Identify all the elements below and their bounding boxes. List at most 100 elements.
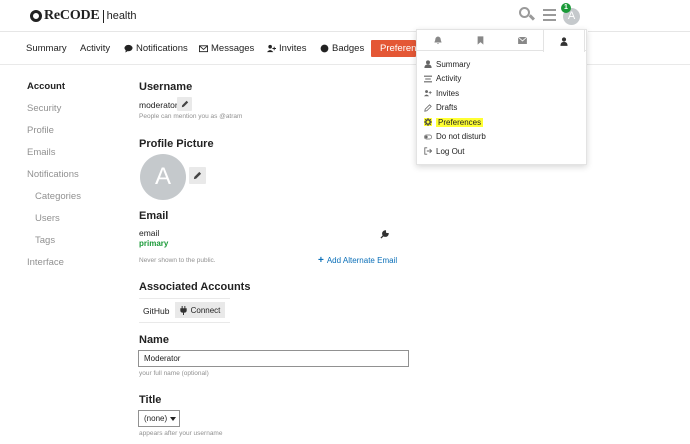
sidebar-item-users[interactable]: Users: [35, 213, 60, 224]
title-heading: Title: [139, 394, 162, 406]
sidebar-item-interface[interactable]: Interface: [27, 257, 64, 268]
username-value: moderator: [139, 100, 178, 110]
sidebar-item-emails[interactable]: Emails: [27, 147, 56, 158]
menu-item-log-out-label: Log Out: [436, 146, 465, 156]
logo-sub-text: health: [106, 10, 137, 22]
title-select-value: (none): [144, 414, 168, 423]
sidebar-item-categories[interactable]: Categories: [35, 191, 81, 202]
menu-item-summary[interactable]: Summary: [424, 58, 470, 70]
tab-badges[interactable]: Badges: [320, 40, 364, 57]
envelope-icon: [199, 45, 208, 53]
user-plus-icon: [424, 89, 432, 97]
github-connect-button[interactable]: Connect: [175, 302, 225, 318]
plus-icon: +: [318, 255, 324, 266]
menu-item-preferences[interactable]: Preferences: [424, 116, 484, 128]
menu-tab-bookmarks[interactable]: [459, 30, 501, 51]
tab-notifications-label: Notifications: [136, 43, 188, 54]
sign-out-icon: [424, 147, 432, 155]
stream-icon: [424, 75, 432, 83]
email-value: email: [139, 228, 160, 238]
sidebar-item-security[interactable]: Security: [27, 103, 61, 114]
tab-notifications[interactable]: Notifications: [124, 40, 188, 57]
menu-item-invites[interactable]: Invites: [424, 87, 459, 99]
menu-tab-profile[interactable]: [543, 30, 585, 52]
logo-circle-icon: [30, 10, 42, 22]
tab-activity[interactable]: Activity: [80, 40, 110, 57]
user-menu-tabs: [417, 30, 586, 52]
bell-icon: [434, 36, 442, 45]
tab-preferences-label: Preferences: [380, 43, 416, 54]
wrench-icon[interactable]: [380, 230, 389, 239]
name-field[interactable]: Moderator: [138, 350, 409, 367]
add-alternate-email-link[interactable]: + Add Alternate Email: [318, 255, 397, 266]
tab-activity-label: Activity: [80, 43, 111, 54]
name-hint: your full name (optional): [139, 370, 209, 377]
github-provider-label: GitHub: [143, 306, 170, 316]
toggle-icon: [424, 133, 432, 141]
email-heading: Email: [139, 210, 169, 222]
tab-badges-label: Badges: [332, 43, 365, 54]
pencil-icon: [193, 171, 202, 180]
menu-item-do-not-disturb-label: Do not disturb: [436, 132, 486, 141]
menu-item-invites-label: Invites: [436, 88, 460, 98]
edit-avatar-button[interactable]: [189, 167, 206, 184]
cog-icon: [424, 118, 432, 126]
profile-picture-heading: Profile Picture: [139, 138, 214, 150]
user-menu-panel: Summary Activity Invites Drafts Preferen…: [416, 29, 587, 165]
username-heading: Username: [139, 81, 193, 93]
title-hint: appears after your username: [139, 430, 223, 437]
tab-messages[interactable]: Messages: [199, 40, 254, 57]
tab-invites-label: Invites: [279, 43, 307, 54]
site-header: ReCODE health A 1: [0, 0, 690, 32]
tab-messages-label: Messages: [211, 43, 255, 54]
menu-tab-messages[interactable]: [501, 30, 543, 51]
tab-summary-label: Summary: [26, 43, 67, 54]
menu-item-log-out[interactable]: Log Out: [424, 145, 464, 157]
logo-main-text: ReCODE: [44, 8, 100, 23]
pencil-icon: [424, 103, 432, 112]
current-user-button[interactable]: A 1: [560, 2, 588, 32]
menu-item-do-not-disturb[interactable]: Do not disturb: [424, 131, 486, 143]
associated-accounts-heading: Associated Accounts: [139, 281, 251, 293]
hamburger-menu-icon[interactable]: [543, 9, 556, 23]
plug-icon: [179, 305, 187, 315]
sidebar-item-profile[interactable]: Profile: [27, 125, 54, 136]
tab-preferences[interactable]: Preferences: [371, 40, 416, 57]
tab-summary[interactable]: Summary: [26, 40, 67, 57]
connect-label: Connect: [190, 305, 221, 315]
user-icon: [560, 36, 568, 46]
menu-item-summary-label: Summary: [436, 59, 471, 69]
title-select[interactable]: (none): [138, 410, 180, 427]
tab-invites[interactable]: Invites: [267, 40, 306, 57]
email-primary-label: primary: [139, 239, 169, 248]
caret-down-icon: [170, 416, 177, 421]
logo-separator: [102, 9, 104, 23]
sidebar-item-account[interactable]: Account: [27, 81, 65, 92]
envelope-icon: [517, 37, 527, 44]
menu-item-drafts[interactable]: Drafts: [424, 102, 457, 114]
badge-icon: [320, 44, 329, 53]
menu-item-drafts-label: Drafts: [436, 103, 458, 112]
edit-username-button[interactable]: [177, 97, 192, 111]
sidebar-item-notifications[interactable]: Notifications: [27, 169, 79, 180]
notification-count-badge: 1: [561, 3, 571, 13]
comment-icon: [124, 44, 133, 53]
user-icon: [424, 60, 432, 68]
email-hint: Never shown to the public.: [139, 257, 216, 264]
menu-tab-notifications[interactable]: [417, 30, 459, 51]
site-logo[interactable]: ReCODE health: [30, 8, 137, 24]
name-heading: Name: [139, 334, 169, 346]
search-icon[interactable]: [519, 7, 536, 23]
sidebar-item-tags[interactable]: Tags: [35, 235, 55, 246]
menu-item-preferences-label: Preferences: [436, 117, 484, 127]
username-hint: People can mention you as @atram: [139, 113, 243, 120]
user-plus-icon: [267, 44, 276, 53]
add-alternate-email-label: Add Alternate Email: [326, 256, 398, 265]
bookmark-icon: [477, 36, 483, 45]
associated-accounts-divider-top: [139, 298, 230, 299]
menu-item-activity-label: Activity: [436, 74, 462, 83]
menu-item-activity[interactable]: Activity: [424, 73, 461, 85]
profile-avatar: A: [140, 154, 186, 200]
associated-accounts-divider-bottom: [139, 322, 230, 323]
pencil-icon: [181, 100, 188, 108]
